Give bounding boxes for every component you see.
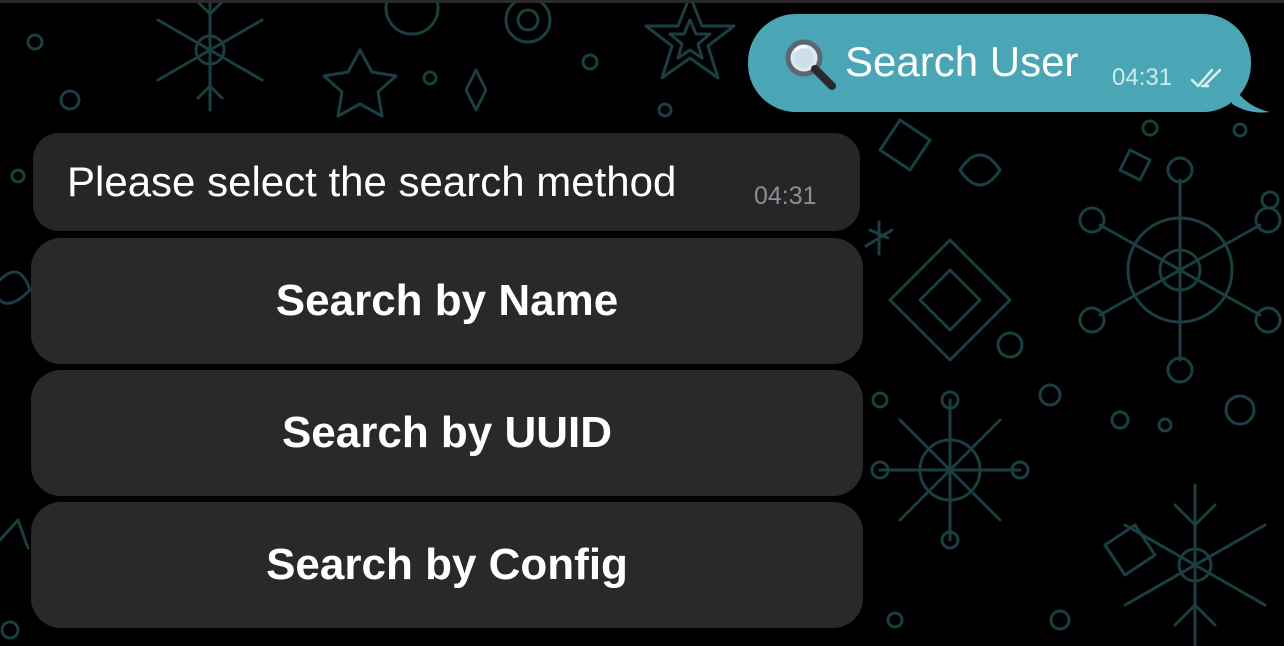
double-check-icon xyxy=(1190,68,1222,88)
incoming-message-text: Please select the search method xyxy=(67,158,677,205)
search-by-config-button[interactable]: Search by Config xyxy=(31,502,863,628)
search-by-name-button[interactable]: Search by Name xyxy=(31,238,863,364)
search-by-uuid-button[interactable]: Search by UUID xyxy=(31,370,863,496)
outgoing-message-time: 04:31 xyxy=(1112,64,1173,91)
chat-screen: Search User 04:31 Please select the sear… xyxy=(0,0,1284,646)
top-divider xyxy=(0,0,1284,3)
magnifying-glass-icon xyxy=(785,39,836,90)
outgoing-bubble-tail xyxy=(1232,84,1270,113)
incoming-message-time: 04:31 xyxy=(754,182,817,210)
outgoing-message-text: Search User xyxy=(845,38,1079,85)
